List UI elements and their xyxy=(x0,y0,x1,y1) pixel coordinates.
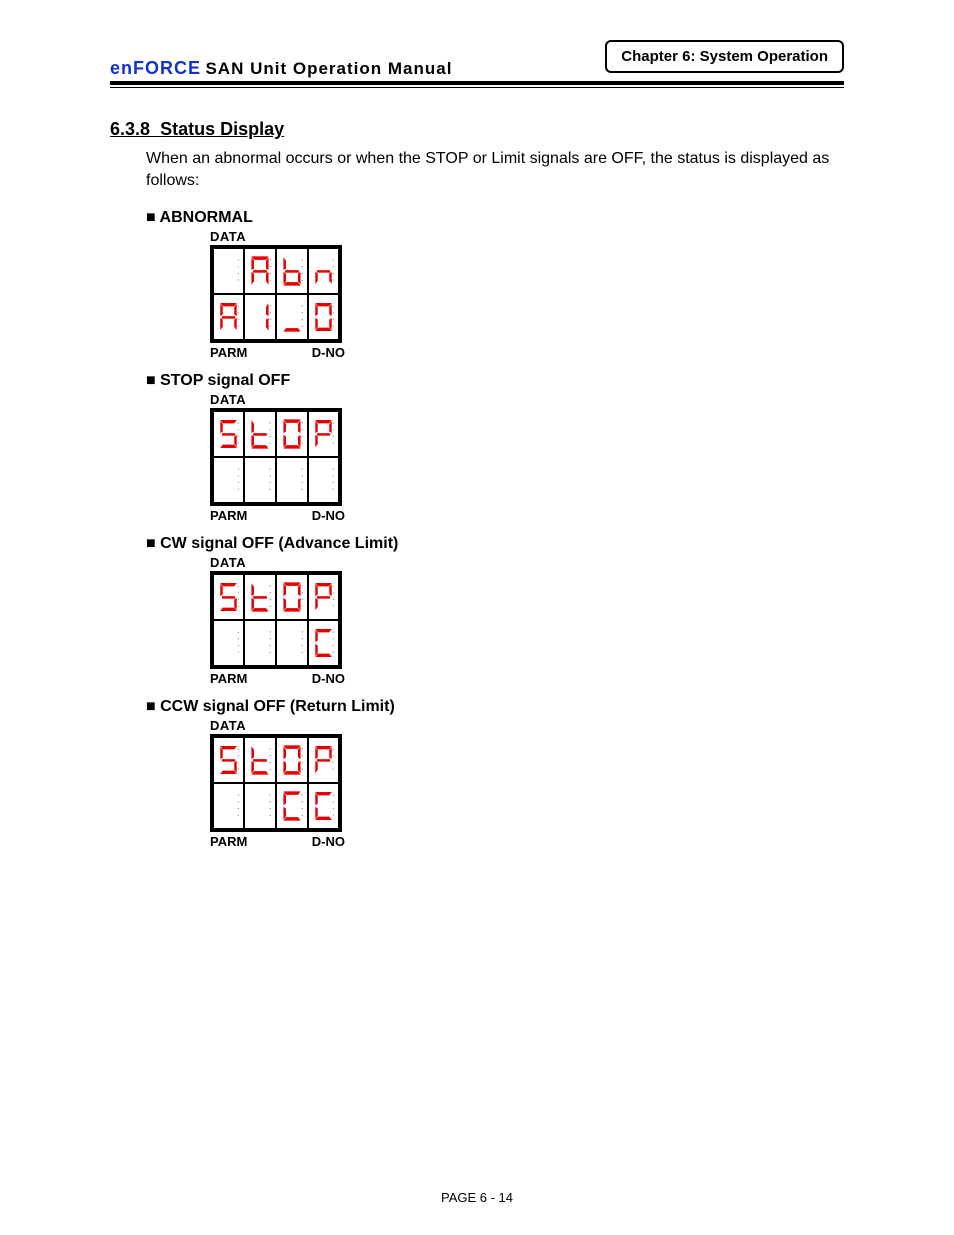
segment-char xyxy=(280,415,304,453)
segment-char xyxy=(217,252,240,290)
label-dno: D-NO xyxy=(312,671,345,686)
label-parm: PARM xyxy=(210,834,247,849)
label-data: DATA xyxy=(210,392,345,407)
segment-char xyxy=(248,461,272,499)
label-parm: PARM xyxy=(210,345,247,360)
manual-title: SAN Unit Operation Manual xyxy=(205,59,452,78)
label-dno: D-NO xyxy=(312,508,345,523)
brand-logo: enFORCE xyxy=(110,58,201,78)
segment-char xyxy=(312,298,335,336)
section-heading: 6.3.8 Status Display xyxy=(110,119,844,140)
segment-char xyxy=(248,624,272,662)
status-display-2: DATA PARM D-NO xyxy=(210,555,345,686)
label-data: DATA xyxy=(210,718,345,733)
segment-char xyxy=(312,787,335,825)
segment-char xyxy=(312,624,335,662)
segment-char xyxy=(248,298,272,336)
display-title-0: ■ ABNORMAL xyxy=(146,209,844,227)
chapter-box: Chapter 6: System Operation xyxy=(605,40,844,73)
status-display-3: DATA PARM D-NO xyxy=(210,718,345,849)
segment-char xyxy=(217,624,240,662)
seven-segment-display xyxy=(210,408,342,506)
segment-char xyxy=(312,578,335,616)
label-parm: PARM xyxy=(210,508,247,523)
label-dno: D-NO xyxy=(312,345,345,360)
segment-char xyxy=(248,741,272,779)
segment-char xyxy=(217,298,240,336)
display-title-1: ■ STOP signal OFF xyxy=(146,372,844,390)
section-intro: When an abnormal occurs or when the STOP… xyxy=(146,148,844,191)
segment-char xyxy=(248,252,272,290)
segment-char xyxy=(312,461,335,499)
segment-char xyxy=(217,741,240,779)
segment-char xyxy=(217,787,240,825)
page-header: enFORCE SAN Unit Operation Manual Chapte… xyxy=(110,40,844,85)
segment-char xyxy=(217,415,240,453)
seven-segment-display xyxy=(210,245,342,343)
segment-char xyxy=(280,578,304,616)
status-display-1: DATA PARM D-NO xyxy=(210,392,345,523)
seven-segment-display xyxy=(210,571,342,669)
segment-char xyxy=(248,415,272,453)
segment-char xyxy=(312,741,335,779)
status-display-0: DATA PARM D-NO xyxy=(210,229,345,360)
header-left: enFORCE SAN Unit Operation Manual xyxy=(110,58,452,79)
segment-char xyxy=(312,415,335,453)
segment-char xyxy=(248,578,272,616)
segment-char xyxy=(217,578,240,616)
label-data: DATA xyxy=(210,555,345,570)
segment-char xyxy=(280,461,304,499)
label-dno: D-NO xyxy=(312,834,345,849)
display-title-2: ■ CW signal OFF (Advance Limit) xyxy=(146,535,844,553)
label-data: DATA xyxy=(210,229,345,244)
seven-segment-display xyxy=(210,734,342,832)
segment-char xyxy=(280,741,304,779)
segment-char xyxy=(280,787,304,825)
segment-char xyxy=(280,298,304,336)
display-title-3: ■ CCW signal OFF (Return Limit) xyxy=(146,698,844,716)
label-parm: PARM xyxy=(210,671,247,686)
segment-char xyxy=(280,252,304,290)
segment-char xyxy=(217,461,240,499)
segment-char xyxy=(280,624,304,662)
page-footer: PAGE 6 - 14 xyxy=(110,1190,844,1205)
segment-char xyxy=(248,787,272,825)
segment-char xyxy=(312,252,335,290)
